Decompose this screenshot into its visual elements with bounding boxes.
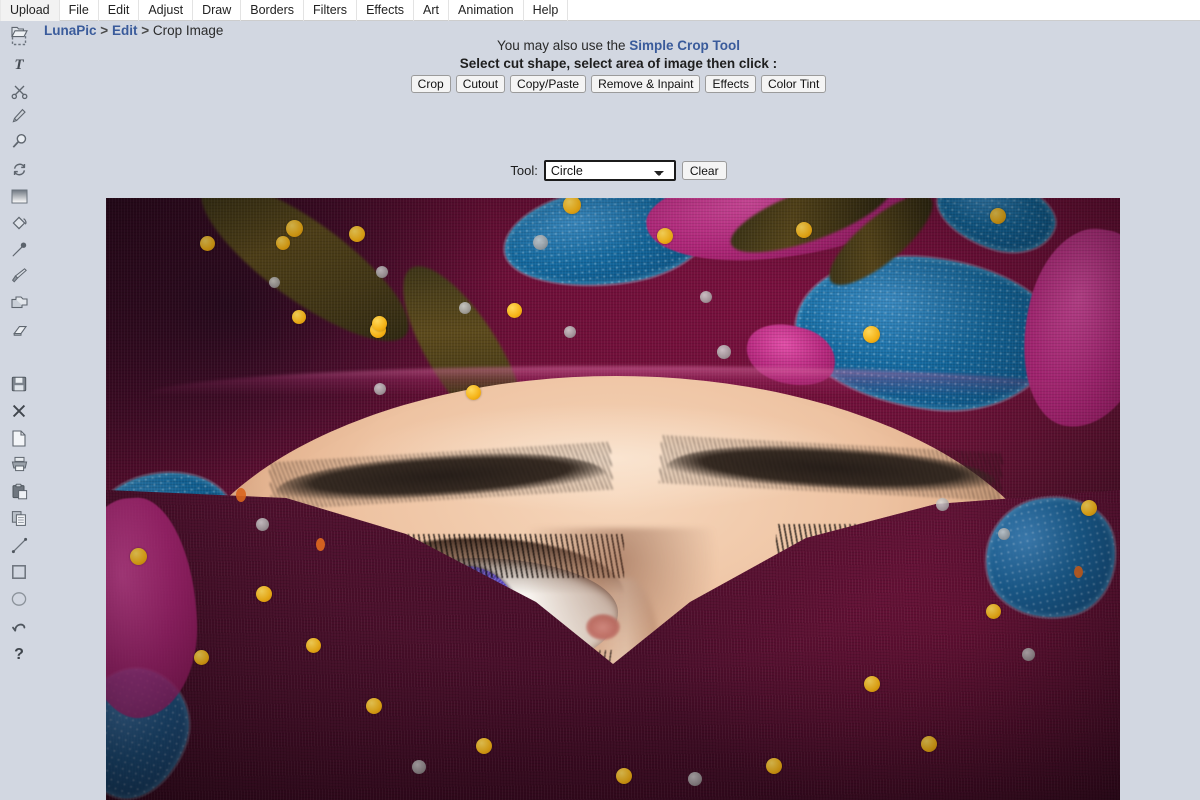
- effects-button[interactable]: Effects: [705, 75, 756, 93]
- clear-button[interactable]: Clear: [681, 161, 727, 180]
- cutout-button[interactable]: Cutout: [455, 75, 506, 93]
- menu-bar: Upload File Edit Adjust Draw Borders Fil…: [0, 0, 1200, 21]
- breadcrumb-root[interactable]: LunaPic: [44, 23, 97, 38]
- breadcrumb-current: Crop Image: [152, 23, 224, 38]
- clipboard-paste-icon[interactable]: [9, 481, 29, 501]
- svg-text:?: ?: [14, 646, 24, 662]
- menu-edit[interactable]: Edit: [99, 0, 140, 21]
- svg-text:T: T: [14, 57, 24, 72]
- scissors-icon[interactable]: [9, 81, 29, 101]
- pencil-icon[interactable]: [9, 106, 29, 126]
- menu-animation[interactable]: Animation: [449, 0, 524, 21]
- image-canvas[interactable]: [106, 198, 1120, 800]
- eyedropper-icon[interactable]: [9, 239, 29, 259]
- menu-bar-filler: [568, 0, 1200, 21]
- breadcrumb-section[interactable]: Edit: [112, 23, 138, 38]
- copy-icon[interactable]: [9, 508, 29, 528]
- layers-icon[interactable]: [9, 293, 29, 313]
- simple-crop-hint: You may also use the Simple Crop Tool: [37, 38, 1200, 54]
- rotate-icon[interactable]: [9, 159, 29, 179]
- paintbrush-icon[interactable]: [9, 265, 29, 285]
- crop-button[interactable]: Crop: [410, 75, 451, 93]
- photo-vignette: [106, 198, 1120, 800]
- folder-open-icon[interactable]: [9, 21, 29, 41]
- magnifier-icon[interactable]: [9, 131, 29, 151]
- tool-label: Tool:: [510, 163, 538, 178]
- menu-effects[interactable]: Effects: [357, 0, 415, 21]
- action-button-row: Crop Cutout Copy/Paste Remove & Inpaint …: [37, 75, 1200, 93]
- simple-crop-tool-link[interactable]: Simple Crop Tool: [629, 38, 740, 53]
- paint-bucket-icon[interactable]: [9, 212, 29, 232]
- circle-icon[interactable]: [9, 589, 29, 609]
- menu-filters[interactable]: Filters: [304, 0, 358, 21]
- menu-help[interactable]: Help: [524, 0, 569, 21]
- menu-upload[interactable]: Upload: [0, 0, 60, 21]
- breadcrumb-separator-2: >: [141, 23, 150, 38]
- shape-tool-select[interactable]: Circle Square Rectangle Oval Freehand Po…: [543, 160, 676, 181]
- new-page-icon[interactable]: [9, 428, 29, 448]
- breadcrumb: LunaPic > Edit > Crop Image: [44, 23, 223, 38]
- eraser-icon[interactable]: [9, 320, 29, 340]
- copy-paste-button[interactable]: Copy/Paste: [510, 75, 587, 93]
- hint-prefix: You may also use the: [496, 38, 630, 53]
- menu-borders[interactable]: Borders: [241, 0, 305, 21]
- printer-icon[interactable]: [9, 454, 29, 474]
- menu-adjust[interactable]: Adjust: [139, 0, 194, 21]
- text-icon[interactable]: T: [9, 54, 29, 74]
- floppy-save-icon[interactable]: [9, 374, 29, 394]
- tool-selection-row: Tool: Circle Square Rectangle Oval Freeh…: [37, 160, 1200, 181]
- undo-icon[interactable]: [9, 616, 29, 636]
- square-icon[interactable]: [9, 562, 29, 582]
- question-mark-icon[interactable]: ?: [9, 643, 29, 663]
- instruction-line: Select cut shape, select area of image t…: [459, 56, 778, 71]
- menu-draw[interactable]: Draw: [193, 0, 242, 21]
- line-icon[interactable]: [9, 535, 29, 555]
- gradient-icon[interactable]: [9, 186, 29, 206]
- menu-file[interactable]: File: [60, 0, 99, 21]
- color-tint-button[interactable]: Color Tint: [760, 75, 827, 93]
- tool-sidebar: T ?: [0, 21, 37, 800]
- remove-inpaint-button[interactable]: Remove & Inpaint: [591, 75, 701, 93]
- portrait-photo: [106, 198, 1120, 800]
- close-x-icon[interactable]: [9, 401, 29, 421]
- instructions-block: You may also use the Simple Crop Tool Se…: [37, 38, 1200, 72]
- breadcrumb-separator-1: >: [100, 23, 109, 38]
- menu-art[interactable]: Art: [414, 0, 450, 21]
